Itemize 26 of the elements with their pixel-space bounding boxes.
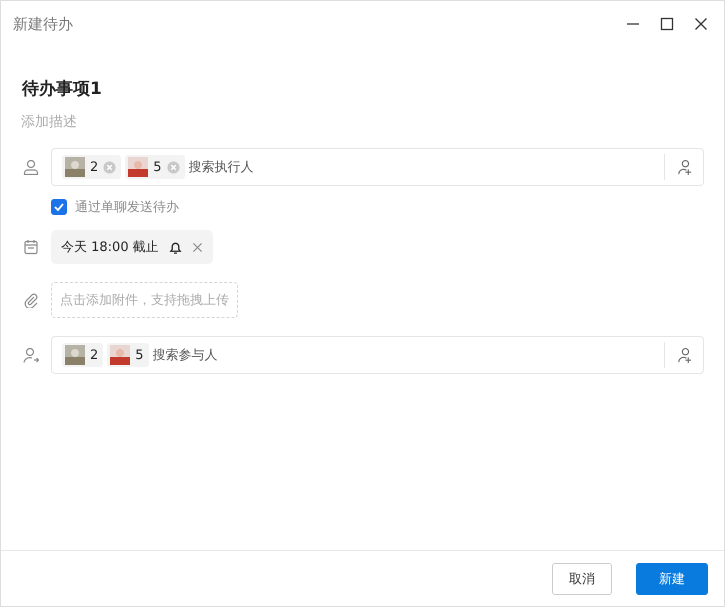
participant-field[interactable]: 2 5 搜索参与人 <box>51 336 704 374</box>
close-icon[interactable] <box>694 17 708 31</box>
assignee-search-field[interactable]: 搜索执行人 <box>188 160 339 174</box>
person-name: 2 <box>90 160 98 174</box>
create-button[interactable]: 新建 <box>636 562 708 594</box>
add-person-icon[interactable] <box>676 158 692 176</box>
window-title: 新建待办 <box>13 14 73 34</box>
check-icon <box>53 201 65 213</box>
add-person-icon[interactable] <box>676 346 692 364</box>
person-name: 5 <box>153 160 162 174</box>
maximize-icon[interactable] <box>660 17 674 31</box>
task-title[interactable]: 待办事项1 <box>22 77 704 100</box>
cancel-button[interactable]: 取消 <box>552 562 612 594</box>
person-icon <box>23 159 39 175</box>
calendar-icon <box>23 239 39 255</box>
paperclip-icon <box>23 292 39 308</box>
checkbox[interactable] <box>51 199 67 215</box>
person-arrow-icon <box>23 347 39 363</box>
person-name: 2 <box>90 348 98 362</box>
due-date-chip[interactable]: 今天 18:00 截止 <box>51 230 213 264</box>
due-date-text: 今天 18:00 截止 <box>61 239 159 256</box>
bell-icon[interactable] <box>168 240 183 254</box>
assignee-field[interactable]: 2 5 搜索执行人 <box>51 148 704 186</box>
checkbox-label: 通过单聊发送待办 <box>75 199 179 216</box>
participant-search-field[interactable]: 搜索参与人 <box>152 348 303 362</box>
person-name: 5 <box>135 348 144 362</box>
